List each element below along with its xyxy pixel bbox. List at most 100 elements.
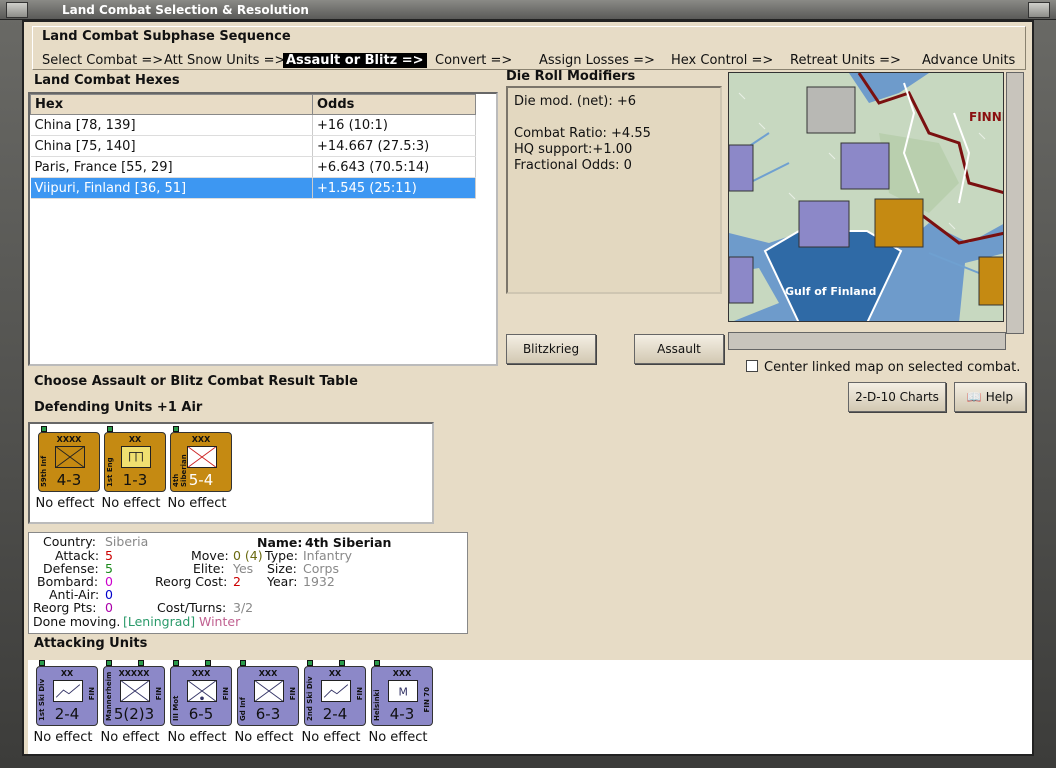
flag (107, 426, 113, 432)
close-window-button[interactable] (1028, 2, 1050, 18)
map-vertical-scrollbar[interactable] (1006, 72, 1024, 334)
center-linked-map-checkbox[interactable]: Center linked map on selected combat. (746, 360, 1020, 375)
flag (205, 660, 211, 666)
hex-cell: China [75, 140] (30, 135, 313, 157)
done-moving-label: Done moving. (33, 614, 121, 629)
blitzkrieg-button[interactable]: Blitzkrieg (506, 334, 596, 364)
linked-map[interactable]: FINNIS Gulf of Finland (728, 72, 1004, 322)
die-roll-modifiers-box: Die mod. (net): +6 Combat Ratio: +4.55 H… (506, 86, 722, 294)
system-menu-button[interactable] (6, 2, 28, 18)
land-combat-hexes-list[interactable]: Hex Odds China [78, 139] +16 (10:1) Chin… (28, 92, 498, 366)
defending-unit-result: No effect (35, 496, 95, 511)
unit-nation: FIN (289, 687, 297, 701)
reorg-cost-label: Reorg Cost: (155, 574, 228, 589)
column-odds[interactable]: Odds (312, 94, 476, 115)
cost-turns-value: 3/2 (233, 600, 254, 615)
book-icon: 📖 (966, 390, 982, 404)
unit-info-panel: Country: Siberia Name: 4th Siberian Atta… (28, 532, 468, 634)
window-title: Land Combat Selection & Resolution (62, 3, 309, 17)
land-combat-hexes-label: Land Combat Hexes (34, 73, 180, 88)
charts-button[interactable]: 2-D-10 Charts (848, 382, 946, 412)
attacking-unit-card[interactable]: XXX III Mot FIN 6-5 (170, 660, 232, 726)
defending-unit-result: No effect (167, 496, 227, 511)
attacking-unit-result: No effect (301, 730, 361, 745)
unit-strength: 4-3 (389, 705, 415, 723)
attacking-unit-result: No effect (167, 730, 227, 745)
title-bar: Land Combat Selection & Resolution (0, 0, 1056, 20)
die-roll-modifiers-label: Die Roll Modifiers (506, 69, 636, 84)
help-button[interactable]: 📖 Help (954, 382, 1026, 412)
attacking-unit-card[interactable]: XX 2nd Ski Div FIN 2-4 (304, 660, 366, 726)
unit-nation: FIN (222, 687, 230, 701)
attacking-unit-result: No effect (33, 730, 93, 745)
country-value: Siberia (105, 534, 149, 549)
defending-unit-card[interactable]: XXX 4th Siberian 5-4 (170, 426, 232, 492)
defending-units-box[interactable]: XXXX 59th Inf 4-3 No effect XX 1st Eng 1… (28, 422, 434, 524)
attacking-unit-result: No effect (368, 730, 428, 745)
militia-symbol-icon: M (388, 680, 418, 702)
reorg-cost-value: 2 (233, 574, 241, 589)
reorg-pts-value: 0 (105, 600, 113, 615)
flag (39, 660, 45, 666)
hex-row[interactable]: China [78, 139] +16 (10:1) (30, 114, 476, 136)
ski-infantry-symbol-icon (53, 680, 83, 702)
hex-row[interactable]: Paris, France [55, 29] +6.643 (70.5:14) (30, 156, 476, 178)
attacking-unit-card[interactable]: XX 1st Ski Div FIN 2-4 (36, 660, 98, 726)
step-assault-or-blitz: Assault or Blitz => (283, 53, 427, 68)
map-horizontal-scrollbar[interactable] (728, 332, 1006, 350)
attacking-unit-card[interactable]: XXXXX Mannerheim FIN 5(2)3 (103, 660, 165, 726)
flag (339, 660, 345, 666)
unit-nation: FIN (155, 687, 163, 701)
attacking-unit-card[interactable]: XXX Helsinki M FIN 70 4-3 (371, 660, 433, 726)
step-att-snow-units: Att Snow Units => (164, 53, 286, 68)
engineer-symbol-icon (121, 446, 151, 468)
choose-crt-label: Choose Assault or Blitz Combat Result Ta… (34, 374, 358, 389)
hex-row-selected[interactable]: Viipuri, Finland [36, 51] +1.545 (25:11) (30, 177, 476, 199)
location-value: [Leningrad] (123, 614, 196, 629)
unit-strength: 5(2)3 (113, 705, 155, 723)
infantry-symbol-icon (187, 446, 217, 468)
odds-cell: +1.545 (25:11) (312, 177, 476, 199)
step-hex-control: Hex Control => (671, 53, 774, 68)
unit-size: XX (328, 669, 342, 678)
column-hex[interactable]: Hex (30, 94, 313, 115)
unit-strength: 2-4 (54, 705, 80, 723)
flag (307, 660, 313, 666)
svg-text:M: M (398, 686, 407, 699)
checkbox-box[interactable] (746, 360, 758, 372)
unit-size: XXX (392, 669, 412, 678)
hex-cell: Viipuri, Finland [36, 51] (30, 177, 313, 199)
step-select-combat: Select Combat => (42, 53, 164, 68)
assault-button[interactable]: Assault (634, 334, 724, 364)
attacking-unit-result: No effect (100, 730, 160, 745)
main-panel: Land Combat Subphase Sequence Select Com… (22, 20, 1034, 756)
unit-strength: 5-4 (188, 471, 214, 489)
flag (106, 660, 112, 666)
motorized-infantry-symbol-icon (187, 680, 217, 702)
defending-unit-result: No effect (101, 496, 161, 511)
hex-row[interactable]: China [75, 140] +14.667 (27.5:3) (30, 135, 476, 157)
weather-value: Winter (199, 614, 241, 629)
attacking-unit-card[interactable]: XXX Gd Inf FIN 6-3 (237, 660, 299, 726)
unit-size: XXXXX (118, 669, 150, 678)
subphase-heading: Land Combat Subphase Sequence (42, 29, 291, 44)
defending-unit-card[interactable]: XX 1st Eng 1-3 (104, 426, 166, 492)
help-label: Help (985, 390, 1014, 404)
unit-nation: FIN (88, 687, 96, 701)
step-assign-losses: Assign Losses => (539, 53, 655, 68)
flag (173, 426, 179, 432)
year-label: Year: (267, 574, 298, 589)
reorg-pts-label: Reorg Pts: (33, 600, 97, 615)
unit-strength: 4-3 (56, 471, 82, 489)
flag (240, 660, 246, 666)
infantry-symbol-icon (120, 680, 150, 702)
map-label-gulf: Gulf of Finland (785, 285, 876, 298)
center-linked-map-label: Center linked map on selected combat. (764, 360, 1021, 375)
infantry-symbol-icon (254, 680, 284, 702)
step-convert: Convert => (435, 53, 513, 68)
unit-size: XXX (191, 669, 211, 678)
attacking-units-box[interactable]: XX 1st Ski Div FIN 2-4 No effect XXXXX M… (28, 660, 1032, 754)
flag (173, 660, 179, 666)
step-retreat-units: Retreat Units => (790, 53, 901, 68)
defending-unit-card[interactable]: XXXX 59th Inf 4-3 (38, 426, 100, 492)
